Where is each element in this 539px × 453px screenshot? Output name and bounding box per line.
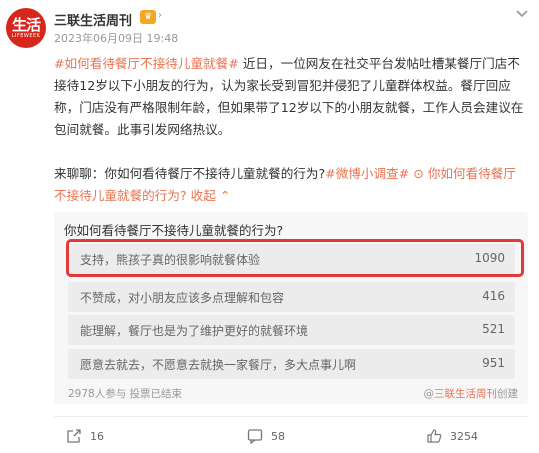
poll-option[interactable]: 愿意去就去，不愿意去就换一家餐厅，多大点事儿啊 951	[68, 349, 515, 379]
post-prompt: 来聊聊：你如何看待餐厅不接待儿童就餐的行为?	[54, 166, 326, 181]
post-paragraph: #如何看待餐厅不接待儿童就餐# 近日，一位网友在社交平台发帖吐槽某餐厅门店不接待…	[54, 53, 528, 141]
collapse-label: 收起	[190, 188, 216, 203]
chevron-right-icon: ›	[158, 10, 162, 21]
divider	[54, 416, 528, 417]
avatar-text: 生活	[11, 15, 41, 34]
survey-hashtag[interactable]: #微博小调查#	[325, 166, 409, 181]
topic-hashtag[interactable]: #如何看待餐厅不接待儿童就餐#	[54, 56, 239, 71]
poll-option-label: 愿意去就去，不愿意去就换一家餐厅，多大点事儿啊	[80, 358, 357, 372]
post-header: 生活 LIFEWEEK 三联生活周刊 ♛ › 2023年06月09日 19:48	[0, 0, 539, 48]
poll-option[interactable]: 能理解，餐厅也是为了维护更好的就餐环境 521	[68, 315, 515, 345]
avatar-subtext: LIFEWEEK	[11, 32, 41, 39]
poll-creator-suffix: 创建	[497, 388, 518, 400]
poll-card: 你如何看待餐厅不接待儿童就餐的行为? 支持，熊孩子真的很影响就餐体验 1090 …	[54, 212, 528, 404]
like-count: 3254	[450, 429, 478, 443]
poll-question: 你如何看待餐厅不接待儿童就餐的行为?	[64, 223, 284, 238]
collapse-link[interactable]: 收起 ⌃	[191, 188, 231, 203]
poll-option[interactable]: 不赞成，对小朋友应该多点理解和包容 416	[68, 282, 515, 312]
highlight-box	[66, 239, 524, 277]
post-timestamp[interactable]: 2023年06月09日 19:48	[54, 30, 178, 46]
thumbs-up-icon	[427, 429, 442, 443]
post-prompt-line: 来聊聊：你如何看待餐厅不接待儿童就餐的行为?#微博小调查# ⊙ 你如何看待餐厅不…	[54, 163, 528, 207]
share-count: 16	[90, 429, 104, 443]
poll-creator-prefix: @	[423, 388, 435, 400]
poll-option-label: 不赞成，对小朋友应该多点理解和包容	[80, 291, 285, 305]
poll-option-label: 能理解，餐厅也是为了维护更好的就餐环境	[80, 324, 309, 338]
avatar[interactable]: 生活 LIFEWEEK	[6, 8, 46, 48]
poll-option-count: 951	[482, 356, 505, 370]
chevron-down-icon[interactable]	[512, 6, 532, 22]
crown-icon[interactable]: ♛	[140, 10, 156, 24]
share-icon	[67, 429, 81, 443]
poll-option-count: 521	[482, 322, 505, 336]
comment-count: 58	[271, 429, 285, 443]
post-body: #如何看待餐厅不接待儿童就餐# 近日，一位网友在社交平台发帖吐槽某餐厅门店不接待…	[54, 53, 528, 207]
author-name[interactable]: 三联生活周刊	[54, 10, 132, 29]
chevron-up-icon: ⌃	[215, 188, 231, 203]
poll-footer: 2978人参与 投票已结束	[68, 388, 183, 400]
share-button[interactable]: 16	[66, 426, 104, 446]
comment-button[interactable]: 58	[247, 426, 285, 446]
like-button[interactable]: 3254	[426, 426, 478, 446]
comment-icon	[247, 429, 263, 444]
poll-creator[interactable]: @三联生活周刊创建	[424, 386, 519, 401]
poll-option-count: 416	[482, 289, 505, 303]
poll-creator-name: 三联生活周刊	[434, 388, 497, 400]
